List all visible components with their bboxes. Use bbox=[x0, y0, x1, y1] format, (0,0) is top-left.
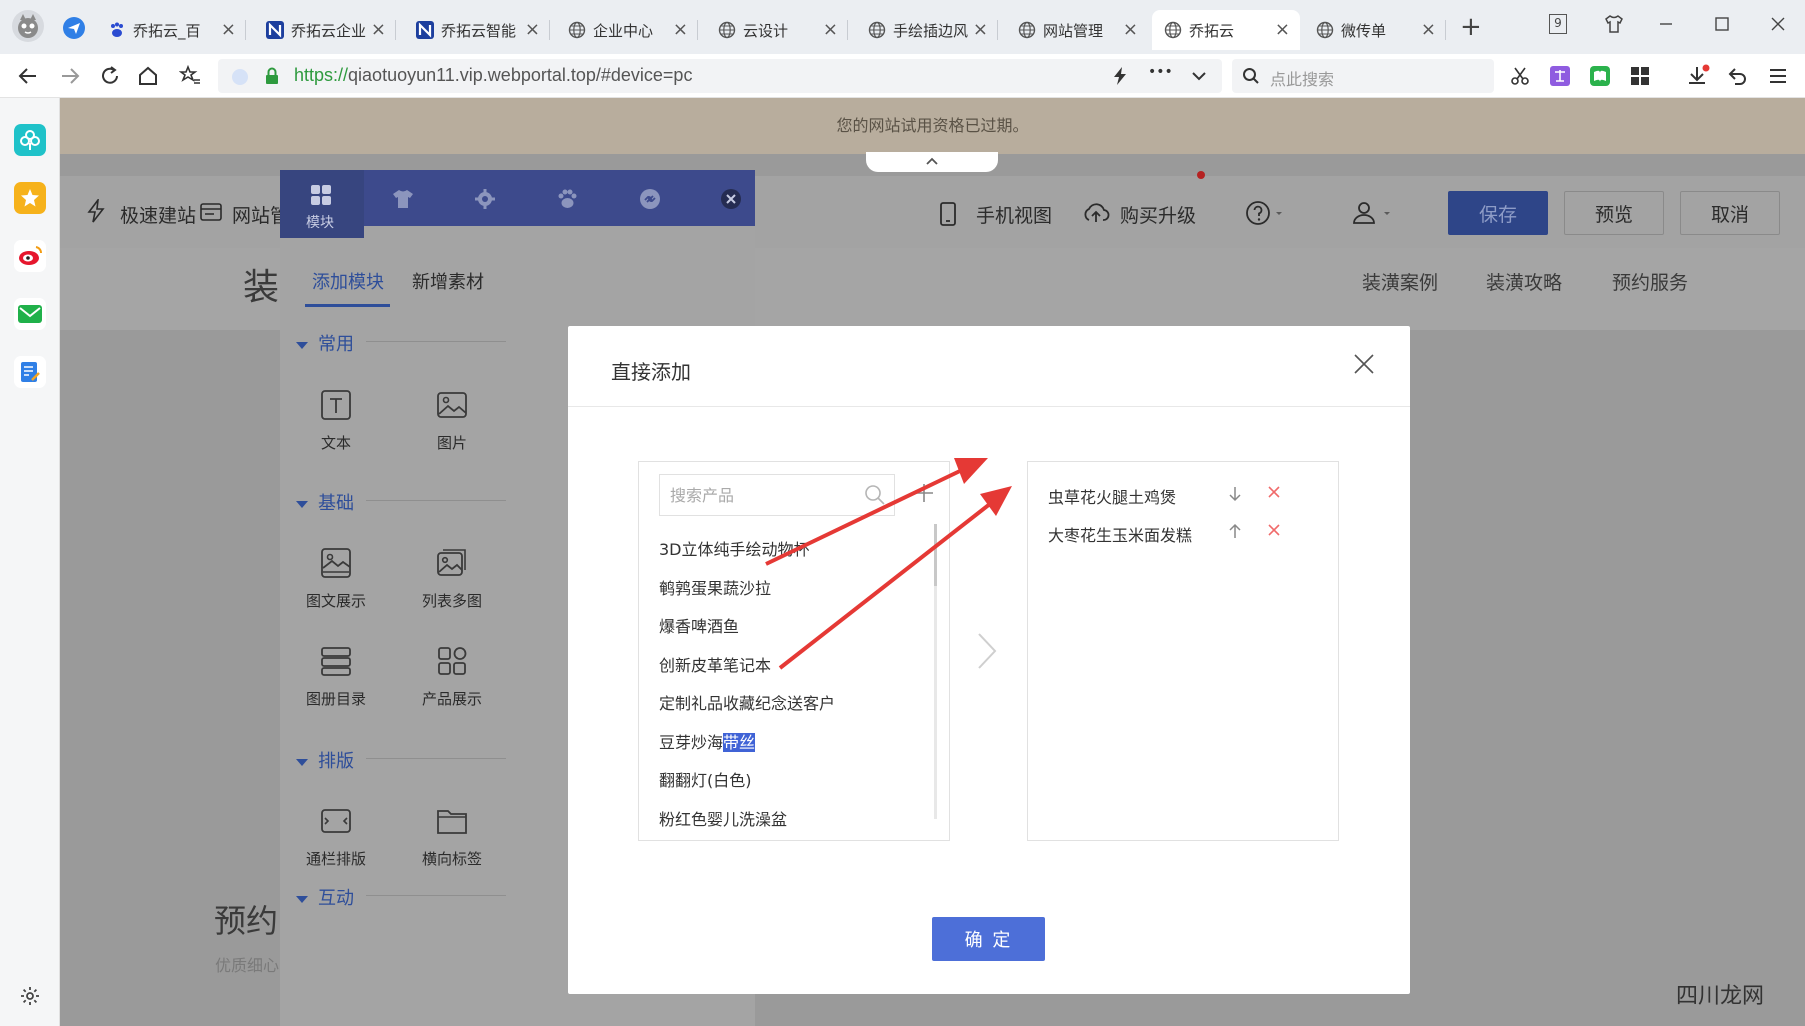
watermark: 四川龙网 bbox=[1676, 984, 1765, 1009]
annotation-arrows bbox=[765, 458, 1012, 670]
annotation-arrow bbox=[778, 486, 1012, 670]
annotation-arrow bbox=[765, 458, 988, 566]
